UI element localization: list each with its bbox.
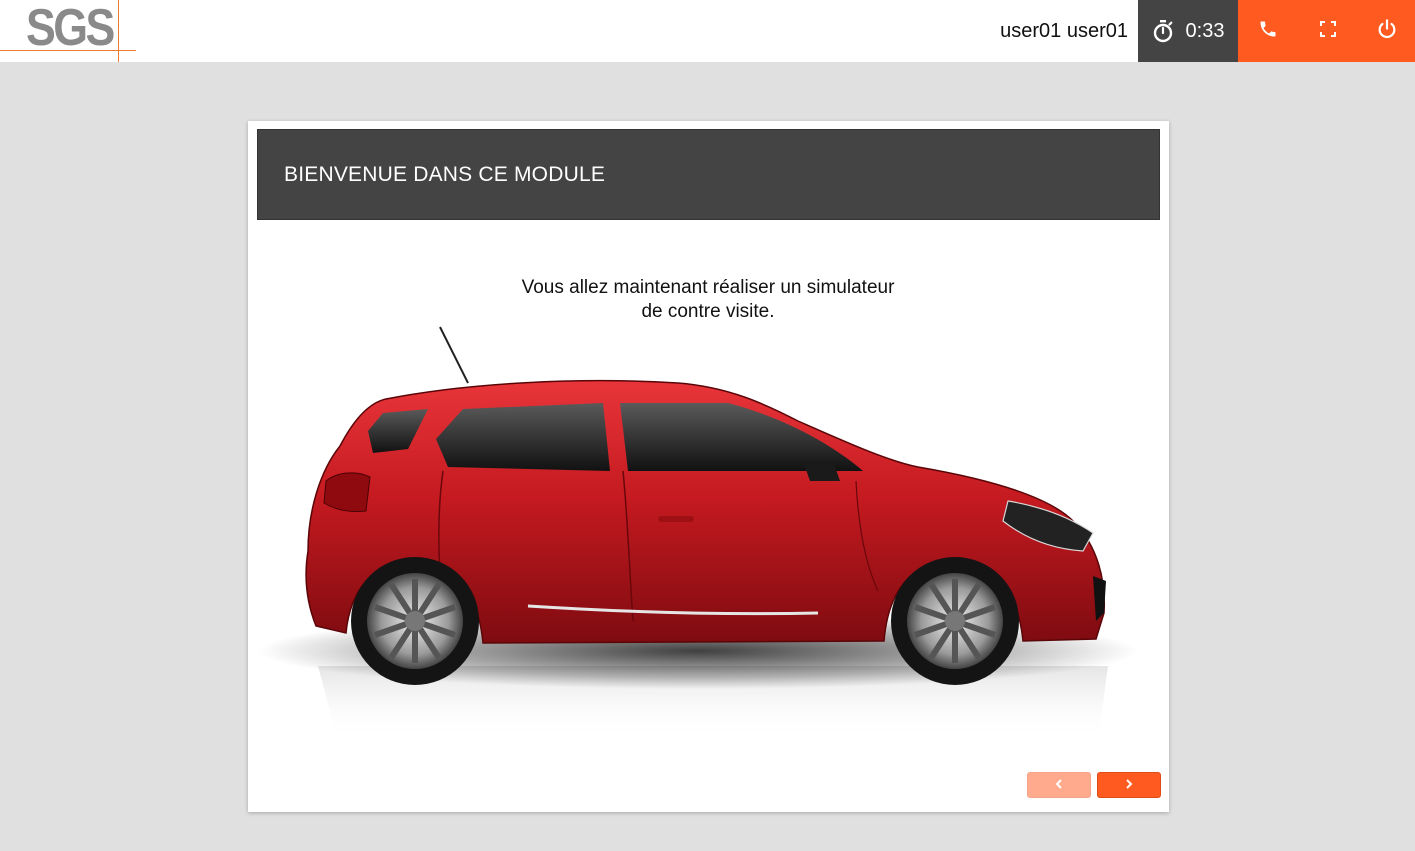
fullscreen-button[interactable]	[1298, 0, 1358, 62]
car-image	[258, 326, 1138, 741]
module-message-line-1: Vous allez maintenant réaliser un simula…	[521, 277, 895, 298]
previous-button[interactable]	[1027, 772, 1091, 798]
call-button[interactable]	[1238, 0, 1298, 62]
chevron-right-icon	[1125, 776, 1133, 794]
logout-button[interactable]	[1358, 0, 1415, 62]
rear-wheel-graphic	[351, 557, 479, 685]
front-wheel-graphic	[891, 557, 1019, 685]
logo-vertical-line	[118, 0, 119, 62]
username: user01 user01	[1000, 20, 1128, 42]
module-message: Vous allez maintenant réaliser un simula…	[478, 276, 938, 324]
top-bar: SGS user01 user01 0:33	[0, 0, 1415, 62]
power-icon	[1376, 18, 1398, 45]
phone-icon	[1258, 19, 1278, 44]
chevron-left-icon	[1055, 776, 1063, 794]
sgs-logo: SGS	[0, 0, 136, 62]
module-header: BIENVENUE DANS CE MODULE	[257, 129, 1160, 220]
module-card: BIENVENUE DANS CE MODULE Vous allez main…	[248, 121, 1169, 812]
logo-text: SGS	[26, 0, 115, 57]
module-title: BIENVENUE DANS CE MODULE	[284, 163, 606, 186]
logo-horizontal-line	[0, 50, 136, 51]
next-button[interactable]	[1097, 772, 1161, 798]
session-timer: 0:33	[1138, 0, 1238, 62]
stopwatch-icon	[1152, 19, 1174, 43]
timer-value: 0:33	[1185, 19, 1225, 42]
fullscreen-icon	[1320, 20, 1336, 42]
